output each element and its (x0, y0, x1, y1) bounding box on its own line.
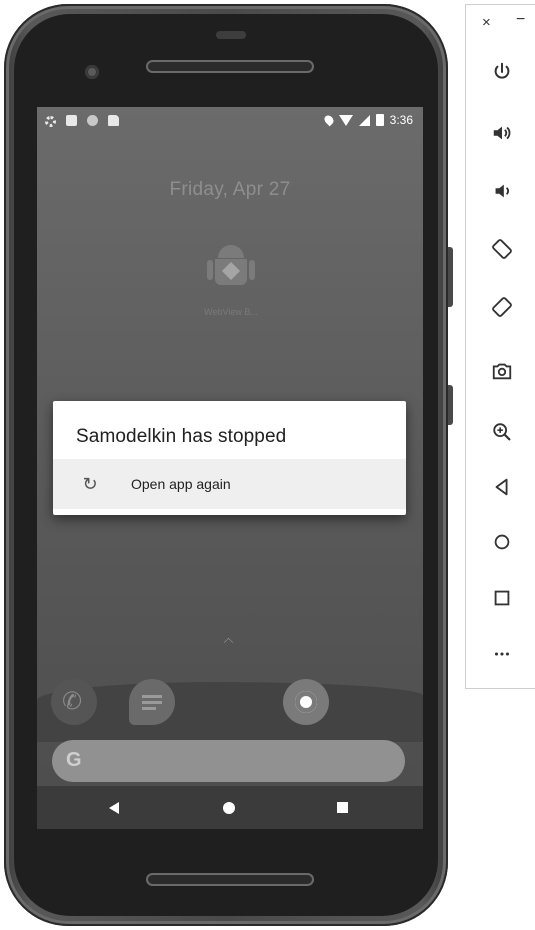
more-icon (494, 652, 510, 656)
rotate-left-icon (492, 239, 512, 259)
open-app-again-button[interactable]: ↻ Open app again (53, 459, 406, 509)
back-button[interactable] (486, 471, 518, 503)
status-bar: 3:36 (37, 107, 423, 135)
overview-button[interactable] (486, 582, 518, 614)
nav-home-button[interactable] (223, 802, 235, 814)
home-icon (494, 534, 510, 550)
restart-icon: ↻ (82, 474, 98, 494)
screenshot-button[interactable] (486, 355, 518, 387)
camera-icon (492, 363, 512, 380)
home-button[interactable] (486, 526, 518, 558)
status-time: 3:36 (389, 113, 413, 127)
wifi-icon (338, 114, 353, 126)
volume-up-button[interactable] (486, 117, 518, 149)
android-app-icon[interactable] (207, 245, 255, 299)
crash-dialog: Samodelkin has stopped ↻ Open app again (53, 401, 406, 515)
nav-back-button[interactable] (109, 802, 119, 814)
message-line (142, 707, 156, 710)
message-line (142, 701, 162, 704)
settings-notification-icon (45, 116, 56, 127)
volume-down-button[interactable] (486, 175, 518, 207)
power-icon (494, 62, 510, 79)
zoom-button[interactable] (486, 416, 518, 448)
rotate-right-icon (492, 297, 512, 317)
earpiece-speaker (146, 60, 314, 73)
phone-screen: 3:36 Friday, Apr 27 WebView B... ✆ G Sam… (37, 107, 423, 829)
minimize-icon[interactable]: − (516, 11, 525, 29)
close-icon[interactable]: × (482, 14, 491, 31)
proximity-sensor (216, 31, 246, 39)
chrome-icon (295, 691, 317, 713)
back-icon (495, 478, 508, 496)
volume-down-icon (495, 184, 509, 198)
side-power-button (448, 247, 453, 307)
side-volume-button (448, 385, 453, 425)
rotate-left-button[interactable] (486, 233, 518, 265)
front-camera (85, 65, 99, 79)
android-head (218, 245, 244, 258)
cell-signal-icon (358, 114, 370, 126)
google-g-icon: G (66, 749, 82, 771)
message-line (142, 695, 162, 698)
zoom-in-icon (493, 423, 511, 441)
navigation-bar (37, 786, 423, 829)
volume-up-icon (493, 126, 511, 140)
dialog-action-label: Open app again (131, 476, 231, 492)
android-arm-right (249, 260, 255, 280)
status-bar-system-icons: 3:36 (322, 113, 413, 127)
dialog-title: Samodelkin has stopped (76, 426, 287, 447)
rotate-right-button[interactable] (486, 291, 518, 323)
google-search-bar[interactable]: G (52, 740, 405, 782)
dock-messages-app[interactable] (129, 679, 175, 725)
app-notification-icon (66, 115, 77, 126)
nav-recents-button[interactable] (337, 802, 348, 813)
dot-notification-icon (87, 115, 98, 126)
bottom-speaker (146, 873, 314, 886)
wallpaper-hills (37, 682, 423, 742)
overview-icon (494, 590, 510, 606)
emulator-toolbar: × − (465, 4, 535, 689)
location-icon (322, 113, 336, 127)
more-button[interactable] (486, 638, 518, 670)
dock-chrome-app[interactable] (283, 679, 329, 725)
battery-icon (375, 114, 384, 126)
dock-phone-app[interactable]: ✆ (51, 679, 97, 725)
sd-card-icon (108, 115, 119, 126)
chevron-up-icon[interactable] (223, 637, 234, 648)
android-arm-left (207, 260, 213, 280)
home-date: Friday, Apr 27 (169, 179, 291, 200)
phone-icon: ✆ (62, 688, 83, 715)
app-label: WebView B... (204, 307, 258, 317)
power-button[interactable] (486, 56, 518, 88)
